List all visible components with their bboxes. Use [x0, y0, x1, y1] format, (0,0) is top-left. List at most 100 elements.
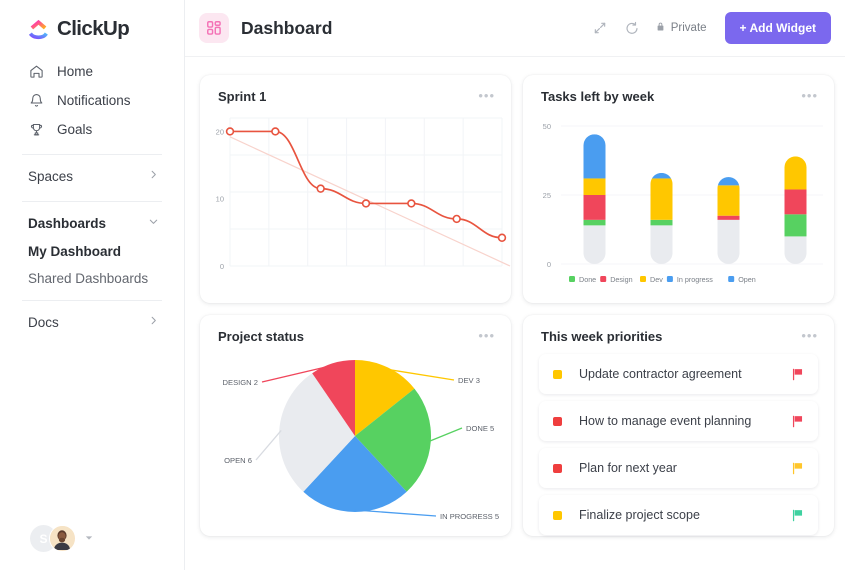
trophy-icon	[28, 122, 44, 138]
priority-item[interactable]: Update contractor agreement	[539, 354, 818, 394]
priorities-list: Update contractor agreement How to manage…	[523, 344, 834, 535]
widget-header: This week priorities •••	[523, 315, 834, 344]
widget-menu-button[interactable]: •••	[478, 89, 495, 102]
flag-icon[interactable]	[792, 462, 804, 475]
widget-grid: Sprint 1 ••• 0 10 20 Tasks left by week ••…	[185, 57, 845, 536]
sidebar-section-label: Docs	[28, 314, 59, 330]
refresh-icon[interactable]	[623, 19, 641, 37]
svg-text:DONE 5: DONE 5	[466, 424, 494, 433]
page-title: Dashboard	[241, 17, 333, 38]
avatar	[49, 525, 76, 552]
dashboard-grid-icon	[199, 13, 229, 43]
priority-item[interactable]: Finalize project scope	[539, 495, 818, 535]
flag-icon[interactable]	[792, 509, 804, 522]
sidebar-item-label: Goals	[57, 122, 93, 137]
priority-item[interactable]: How to manage event planning	[539, 401, 818, 441]
widget-header: Sprint 1 •••	[200, 75, 511, 104]
svg-text:0: 0	[547, 260, 551, 269]
widget-menu-button[interactable]: •••	[478, 329, 495, 342]
widget-header: Project status •••	[200, 315, 511, 344]
svg-text:Design: Design	[610, 275, 632, 284]
svg-text:50: 50	[543, 122, 551, 131]
priority-label: Update contractor agreement	[579, 367, 742, 381]
sidebar-item-home[interactable]: Home	[0, 57, 184, 86]
priority-item[interactable]: Plan for next year	[539, 448, 818, 488]
widget-title: Project status	[218, 329, 304, 344]
clickup-logo-icon	[27, 18, 50, 41]
svg-text:DESIGN 2: DESIGN 2	[223, 378, 258, 387]
svg-text:10: 10	[216, 195, 224, 204]
project-status-pie: DEV 3 DONE 5 IN PROGRESS 5 OPEN 6 DESIGN 2	[200, 344, 511, 565]
sidebar-item-label: Home	[57, 64, 94, 79]
priority-label: Finalize project scope	[579, 508, 700, 522]
sidebar-item-label: Notifications	[57, 93, 131, 108]
add-widget-button[interactable]: + Add Widget	[724, 12, 831, 44]
widget-title: Sprint 1	[218, 89, 267, 104]
bell-icon	[28, 93, 44, 109]
sidebar-item-notifications[interactable]: Notifications	[0, 86, 184, 115]
widget-menu-button[interactable]: •••	[801, 89, 818, 102]
status-indicator	[553, 510, 562, 520]
flag-icon[interactable]	[792, 368, 804, 381]
home-icon	[28, 64, 44, 80]
svg-text:Open: Open	[738, 275, 756, 284]
svg-text:Done: Done	[579, 275, 596, 284]
topbar: Dashboard Private + Add Widget	[185, 0, 845, 57]
sidebar-section-spaces[interactable]: Spaces	[0, 161, 184, 191]
sidebar-item-my-dashboard[interactable]: My Dashboard	[0, 238, 184, 265]
caret-down-icon	[85, 534, 93, 544]
clickup-app: ClickUp Home Notifications Goals Spaces …	[0, 0, 845, 570]
sidebar-section-docs[interactable]: Docs	[0, 307, 184, 337]
sidebar-section-dashboards[interactable]: Dashboards	[0, 208, 184, 238]
widget-project-status: Project status ••• DEV 3 DONE 5 IN PROGRES…	[200, 315, 511, 536]
svg-text:In progress: In progress	[677, 275, 713, 284]
svg-text:OPEN 6: OPEN 6	[224, 456, 252, 465]
svg-text:Dev: Dev	[650, 275, 663, 284]
sprint-chart-svg: 0 10 20	[216, 117, 511, 271]
widget-menu-button[interactable]: •••	[801, 329, 818, 342]
sidebar-section-label: Dashboards	[28, 215, 107, 231]
priority-label: Plan for next year	[579, 461, 677, 475]
svg-text:DEV 3: DEV 3	[458, 376, 480, 385]
widget-tasks-left: Tasks left by week ••• 0 25 50 Done Design De…	[523, 75, 834, 303]
chevron-down-icon	[148, 216, 159, 230]
sidebar-item-label: Shared Dashboards	[28, 271, 149, 286]
privacy-label: Private	[670, 22, 707, 34]
sprint-burndown-chart: 0 10 20	[200, 104, 511, 332]
privacy-toggle[interactable]: Private	[655, 21, 707, 35]
sidebar-item-shared-dashboards[interactable]: Shared Dashboards	[0, 265, 184, 292]
expand-arrows-icon[interactable]	[591, 19, 609, 37]
pie-chart-svg: DEV 3 DONE 5 IN PROGRESS 5 OPEN 6 DESIGN 2	[223, 360, 499, 521]
status-indicator	[553, 463, 562, 473]
sidebar-item-goals[interactable]: Goals	[0, 115, 184, 144]
main-content: Dashboard Private + Add Widget Sprint 1 …	[185, 0, 845, 570]
chevron-right-icon	[148, 169, 159, 183]
brand-logo[interactable]: ClickUp	[0, 0, 184, 41]
flag-icon[interactable]	[792, 415, 804, 428]
sidebar-section-label: Spaces	[28, 168, 74, 184]
svg-text:IN PROGRESS 5: IN PROGRESS 5	[440, 512, 499, 521]
lock-icon	[655, 21, 666, 35]
priority-label: How to manage event planning	[579, 414, 752, 428]
topbar-actions: Private + Add Widget	[591, 12, 831, 44]
status-indicator	[553, 369, 562, 379]
svg-text:25: 25	[543, 191, 551, 200]
status-indicator	[553, 416, 562, 426]
primary-nav: Home Notifications Goals	[0, 57, 184, 144]
sidebar-divider	[22, 154, 162, 155]
sidebar-item-label: My Dashboard	[28, 244, 122, 259]
widget-title: Tasks left by week	[541, 89, 655, 104]
widget-title: This week priorities	[541, 329, 663, 344]
chevron-right-icon	[148, 315, 159, 329]
widget-sprint: Sprint 1 ••• 0 10 20	[200, 75, 511, 303]
brand-name: ClickUp	[57, 17, 130, 40]
tasks-chart-svg: 0 25 50 Done Design Dev In progress Open	[543, 122, 823, 284]
sidebar-divider	[22, 300, 162, 301]
widget-header: Tasks left by week •••	[523, 75, 834, 104]
svg-text:20: 20	[216, 127, 224, 136]
sidebar: ClickUp Home Notifications Goals Spaces …	[0, 0, 185, 570]
sidebar-divider	[22, 201, 162, 202]
tasks-bar-chart: 0 25 50 Done Design Dev In progress Open	[523, 104, 834, 332]
user-menu[interactable]: S	[30, 525, 93, 552]
svg-text:0: 0	[220, 262, 224, 271]
